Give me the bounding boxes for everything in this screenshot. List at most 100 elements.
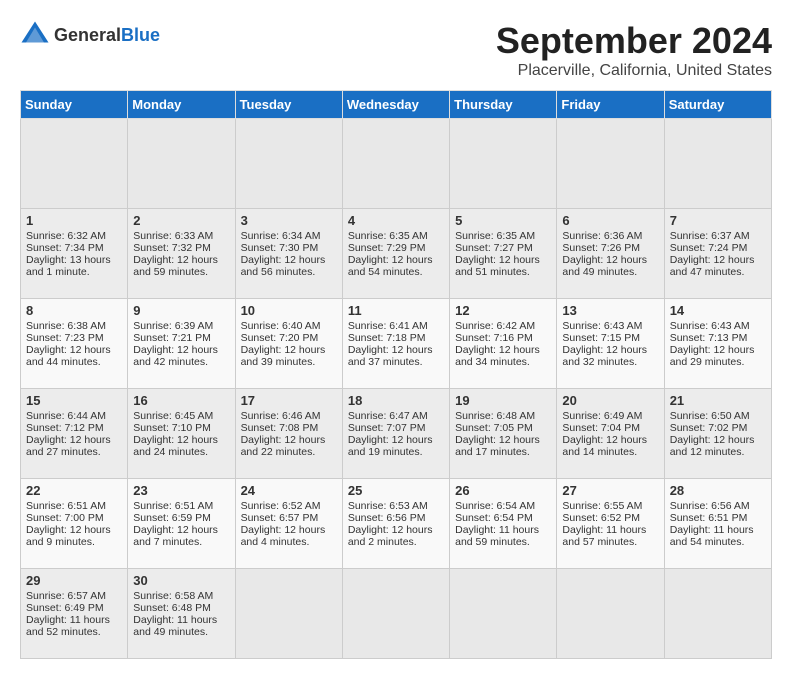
day-info-line: and 59 minutes.	[455, 536, 551, 548]
day-info-line: and 57 minutes.	[562, 536, 658, 548]
day-info-line: Sunset: 7:16 PM	[455, 332, 551, 344]
calendar-cell: 16Sunrise: 6:45 AMSunset: 7:10 PMDayligh…	[128, 389, 235, 479]
day-info-line: Daylight: 12 hours	[133, 344, 229, 356]
logo-text-general: General	[54, 25, 121, 45]
day-info-line: Sunrise: 6:44 AM	[26, 410, 122, 422]
calendar-cell: 19Sunrise: 6:48 AMSunset: 7:05 PMDayligh…	[450, 389, 557, 479]
calendar-cell: 28Sunrise: 6:56 AMSunset: 6:51 PMDayligh…	[664, 479, 771, 569]
day-info-line: and 47 minutes.	[670, 266, 766, 278]
day-number: 26	[455, 483, 551, 498]
calendar-week-row: 1Sunrise: 6:32 AMSunset: 7:34 PMDaylight…	[21, 209, 772, 299]
location-title: Placerville, California, United States	[496, 62, 772, 80]
day-number: 9	[133, 303, 229, 318]
day-info-line: and 9 minutes.	[26, 536, 122, 548]
day-header-tuesday: Tuesday	[235, 91, 342, 119]
calendar-cell	[342, 119, 449, 209]
calendar-cell: 10Sunrise: 6:40 AMSunset: 7:20 PMDayligh…	[235, 299, 342, 389]
day-info-line: and 7 minutes.	[133, 536, 229, 548]
logo-icon	[20, 20, 50, 50]
day-number: 21	[670, 393, 766, 408]
day-number: 11	[348, 303, 444, 318]
calendar-cell: 22Sunrise: 6:51 AMSunset: 7:00 PMDayligh…	[21, 479, 128, 569]
day-info-line: Sunset: 7:00 PM	[26, 512, 122, 524]
day-info-line: Sunrise: 6:33 AM	[133, 230, 229, 242]
day-info-line: Sunrise: 6:43 AM	[562, 320, 658, 332]
logo: GeneralBlue	[20, 20, 160, 50]
logo-text-blue: Blue	[121, 25, 160, 45]
day-number: 2	[133, 213, 229, 228]
calendar-week-row: 8Sunrise: 6:38 AMSunset: 7:23 PMDaylight…	[21, 299, 772, 389]
day-number: 13	[562, 303, 658, 318]
day-info-line: Sunset: 7:02 PM	[670, 422, 766, 434]
day-info-line: Sunset: 7:27 PM	[455, 242, 551, 254]
calendar-cell: 20Sunrise: 6:49 AMSunset: 7:04 PMDayligh…	[557, 389, 664, 479]
day-info-line: Daylight: 12 hours	[133, 254, 229, 266]
day-info-line: Daylight: 12 hours	[670, 344, 766, 356]
day-info-line: Sunrise: 6:49 AM	[562, 410, 658, 422]
day-info-line: Daylight: 12 hours	[562, 344, 658, 356]
day-number: 17	[241, 393, 337, 408]
day-info-line: Daylight: 12 hours	[241, 254, 337, 266]
calendar-cell	[450, 119, 557, 209]
calendar-week-row: 29Sunrise: 6:57 AMSunset: 6:49 PMDayligh…	[21, 569, 772, 659]
calendar-cell	[557, 569, 664, 659]
calendar-cell	[664, 569, 771, 659]
day-info-line: Sunset: 7:04 PM	[562, 422, 658, 434]
day-info-line: Daylight: 12 hours	[670, 434, 766, 446]
calendar-cell: 23Sunrise: 6:51 AMSunset: 6:59 PMDayligh…	[128, 479, 235, 569]
day-info-line: and 49 minutes.	[133, 626, 229, 638]
day-info-line: Sunset: 7:34 PM	[26, 242, 122, 254]
calendar-cell	[450, 569, 557, 659]
day-info-line: Daylight: 12 hours	[241, 344, 337, 356]
day-header-monday: Monday	[128, 91, 235, 119]
day-info-line: Daylight: 12 hours	[348, 254, 444, 266]
day-info-line: Sunset: 6:56 PM	[348, 512, 444, 524]
day-info-line: Sunrise: 6:41 AM	[348, 320, 444, 332]
day-info-line: and 24 minutes.	[133, 446, 229, 458]
calendar-cell	[128, 119, 235, 209]
day-number: 22	[26, 483, 122, 498]
calendar-cell: 29Sunrise: 6:57 AMSunset: 6:49 PMDayligh…	[21, 569, 128, 659]
day-info-line: Sunset: 6:52 PM	[562, 512, 658, 524]
day-info-line: Sunset: 7:20 PM	[241, 332, 337, 344]
calendar-cell: 3Sunrise: 6:34 AMSunset: 7:30 PMDaylight…	[235, 209, 342, 299]
day-info-line: Daylight: 12 hours	[455, 254, 551, 266]
day-info-line: and 17 minutes.	[455, 446, 551, 458]
day-info-line: Daylight: 12 hours	[26, 344, 122, 356]
day-number: 10	[241, 303, 337, 318]
calendar-table: SundayMondayTuesdayWednesdayThursdayFrid…	[20, 90, 772, 659]
day-info-line: Sunrise: 6:32 AM	[26, 230, 122, 242]
day-number: 6	[562, 213, 658, 228]
day-info-line: and 32 minutes.	[562, 356, 658, 368]
day-number: 16	[133, 393, 229, 408]
calendar-cell: 6Sunrise: 6:36 AMSunset: 7:26 PMDaylight…	[557, 209, 664, 299]
day-info-line: Sunrise: 6:35 AM	[348, 230, 444, 242]
calendar-week-row: 22Sunrise: 6:51 AMSunset: 7:00 PMDayligh…	[21, 479, 772, 569]
calendar-cell	[664, 119, 771, 209]
calendar-cell: 21Sunrise: 6:50 AMSunset: 7:02 PMDayligh…	[664, 389, 771, 479]
day-info-line: Sunset: 7:26 PM	[562, 242, 658, 254]
day-number: 1	[26, 213, 122, 228]
day-info-line: Sunrise: 6:38 AM	[26, 320, 122, 332]
day-info-line: and 59 minutes.	[133, 266, 229, 278]
day-info-line: Sunset: 7:21 PM	[133, 332, 229, 344]
day-info-line: and 27 minutes.	[26, 446, 122, 458]
day-number: 14	[670, 303, 766, 318]
day-info-line: Daylight: 12 hours	[348, 434, 444, 446]
day-info-line: Daylight: 12 hours	[348, 344, 444, 356]
day-info-line: Sunset: 7:18 PM	[348, 332, 444, 344]
day-info-line: and 54 minutes.	[348, 266, 444, 278]
day-info-line: Sunrise: 6:34 AM	[241, 230, 337, 242]
day-info-line: Daylight: 13 hours	[26, 254, 122, 266]
day-info-line: Sunrise: 6:45 AM	[133, 410, 229, 422]
day-info-line: Daylight: 12 hours	[670, 254, 766, 266]
day-info-line: Sunrise: 6:37 AM	[670, 230, 766, 242]
calendar-week-row: 15Sunrise: 6:44 AMSunset: 7:12 PMDayligh…	[21, 389, 772, 479]
day-header-thursday: Thursday	[450, 91, 557, 119]
day-info-line: Sunrise: 6:42 AM	[455, 320, 551, 332]
day-info-line: Daylight: 12 hours	[133, 524, 229, 536]
calendar-cell	[235, 569, 342, 659]
calendar-cell	[557, 119, 664, 209]
day-number: 24	[241, 483, 337, 498]
calendar-cell: 12Sunrise: 6:42 AMSunset: 7:16 PMDayligh…	[450, 299, 557, 389]
